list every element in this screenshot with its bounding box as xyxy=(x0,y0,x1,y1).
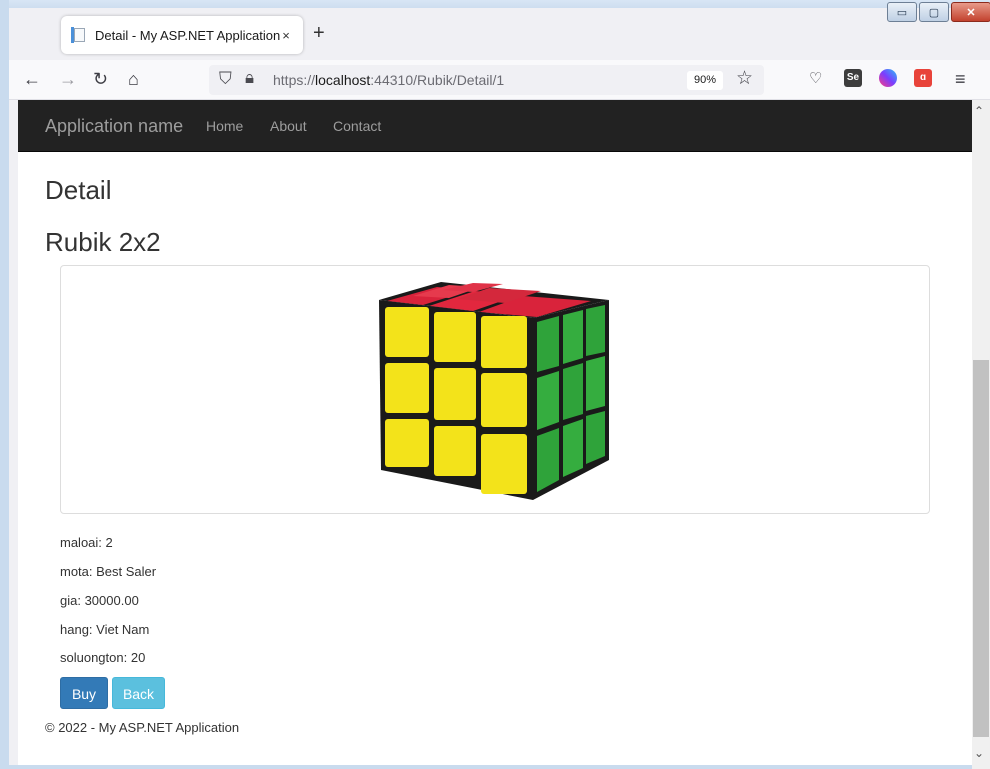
rubiks-cube-image xyxy=(373,274,613,506)
site-navbar: Application name Home About Contact xyxy=(18,100,972,152)
field-soluongton: soluongton: 20 xyxy=(60,650,146,665)
window-frame-left xyxy=(0,0,9,769)
nav-link-home[interactable]: Home xyxy=(206,118,243,134)
color-extension-icon[interactable] xyxy=(879,69,897,87)
url-text[interactable]: https://localhost:44310/Rubik/Detail/1 xyxy=(273,72,504,88)
tab-title: Detail - My ASP.NET Application xyxy=(95,27,281,43)
nav-link-contact[interactable]: Contact xyxy=(333,118,381,134)
page-favicon-icon xyxy=(71,27,87,43)
window-controls: ▭ ▢ ✕ xyxy=(887,2,990,22)
minimize-button[interactable]: ▭ xyxy=(887,2,917,22)
back-button[interactable]: Back xyxy=(112,677,165,709)
nav-toolbar: ← → ↻ ⌂ ⛉ 🔒︎ https://localhost:44310/Rub… xyxy=(9,60,990,100)
close-window-button[interactable]: ✕ xyxy=(951,2,990,22)
browser-window: Detail - My ASP.NET Application × + ▭ ▢ … xyxy=(0,0,990,769)
new-tab-button[interactable]: + xyxy=(313,22,325,44)
scroll-up-arrow-icon[interactable]: ⌃ xyxy=(974,104,984,118)
maximize-button[interactable]: ▢ xyxy=(919,2,949,22)
address-bar[interactable]: ⛉ 🔒︎ https://localhost:44310/Rubik/Detai… xyxy=(209,65,764,95)
navbar-brand-link[interactable]: Application name xyxy=(45,116,183,137)
home-icon[interactable]: ⌂ xyxy=(128,68,139,90)
scroll-down-arrow-icon[interactable]: ⌄ xyxy=(974,746,984,760)
back-arrow-icon[interactable]: ← xyxy=(23,68,41,90)
red-extension-icon[interactable]: ɑ xyxy=(914,69,932,87)
field-mota: mota: Best Saler xyxy=(60,564,157,579)
field-maloai: maloai: 2 xyxy=(60,535,113,550)
tab-close-icon[interactable]: × xyxy=(282,28,290,43)
zoom-level[interactable]: 90% xyxy=(687,71,723,90)
selenium-extension-icon[interactable]: Se xyxy=(844,69,862,87)
bookmark-star-icon[interactable]: ☆ xyxy=(736,67,753,90)
menu-hamburger-icon[interactable]: ≡ xyxy=(955,68,966,90)
forward-arrow-icon[interactable]: → xyxy=(59,68,77,90)
product-image-panel xyxy=(60,265,930,514)
lock-icon[interactable]: 🔒︎ xyxy=(245,68,254,88)
page-title: Detail xyxy=(45,175,112,205)
page-footer: © 2022 - My ASP.NET Application xyxy=(45,720,240,735)
window-frame-bottom xyxy=(9,765,972,769)
nav-link-about[interactable]: About xyxy=(270,118,307,134)
product-name-heading: Rubik 2x2 xyxy=(45,227,161,257)
pocket-icon[interactable]: ♡ xyxy=(809,68,822,90)
reload-icon[interactable]: ↻ xyxy=(93,68,108,90)
field-hang: hang: Viet Nam xyxy=(60,622,150,637)
shield-icon[interactable]: ⛉ xyxy=(219,69,232,89)
tab-strip: Detail - My ASP.NET Application × + xyxy=(9,8,990,60)
buy-button[interactable]: Buy xyxy=(60,677,108,709)
page-viewport: Application name Home About Contact Deta… xyxy=(18,100,972,769)
browser-tab[interactable]: Detail - My ASP.NET Application × xyxy=(61,16,303,54)
field-gia: gia: 30000.00 xyxy=(60,593,139,608)
scrollbar-thumb[interactable] xyxy=(973,360,989,737)
